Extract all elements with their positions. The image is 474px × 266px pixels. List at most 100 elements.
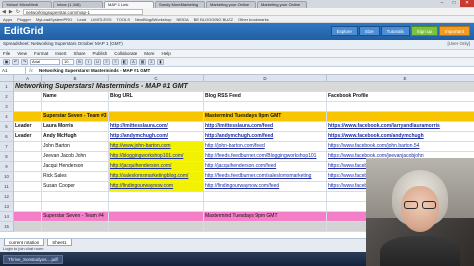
fill-color-icon[interactable]: ◧ [121,59,128,65]
cell[interactable] [327,102,474,112]
name-cell[interactable]: Jacqui Henderson [42,162,109,172]
row-number[interactable]: 8 [0,152,14,162]
menu-format[interactable]: Format [34,51,48,56]
redo-icon[interactable]: ↷ [21,59,28,65]
download-item[interactable]: Thrive_Sonstudyos....pdf [3,254,63,264]
cell[interactable] [204,192,327,202]
menu-collaborate[interactable]: Collaborate [114,51,137,56]
row-number[interactable]: 13 [0,202,14,212]
save-icon[interactable]: ▣ [3,59,10,65]
role-cell[interactable] [14,152,42,162]
select-all-corner[interactable] [0,75,14,82]
rss-feed-link[interactable]: http://jacquihenderson.com/feed [204,162,327,172]
rss-feed-link[interactable]: http://feeds.feedburner.com/saleslomsmar… [204,172,327,182]
bookmark-item[interactable]: Plugger [17,17,31,22]
bookmark-item[interactable]: Other bookmarks [238,17,269,22]
role-cell[interactable]: Leader [14,132,42,142]
rss-feed-link[interactable]: http://john-barton.com/feed [204,142,327,152]
borders-icon[interactable]: ▦ [139,59,146,65]
menu-view[interactable]: View [17,51,27,56]
maximize-icon[interactable]: □ [448,0,460,7]
cell[interactable] [327,112,474,122]
cell[interactable] [14,202,42,212]
team-name-cell[interactable]: Superstar Seven - Team #3 [42,112,109,122]
row-number[interactable]: 7 [0,142,14,152]
undo-icon[interactable]: ↶ [12,59,19,65]
row-number[interactable]: 1 [0,82,14,92]
bookmark-item[interactable]: NEIDA [176,17,188,22]
align-center-icon[interactable]: ≡ [112,59,119,65]
sum-icon[interactable]: Σ [148,59,155,65]
align-left-icon[interactable]: ≡ [103,59,110,65]
column-header-e[interactable]: E [327,75,474,82]
row-number[interactable]: 4 [0,112,14,122]
formula-input[interactable]: Networking Superstars! Masterminds - MAP… [36,68,150,73]
cell[interactable] [14,192,42,202]
bookmark-item[interactable]: MyLeadSystemPRO [36,17,72,22]
browser-tab[interactable]: Yahoo! MicroMedi [2,1,52,8]
browser-tab[interactable]: Sandy MoreMarketing [155,1,205,8]
bookmark-item[interactable]: TOOLS [117,17,131,22]
facebook-profile-link[interactable]: https://www.facebook.com/john.barton.54 [327,142,474,152]
cell[interactable] [204,202,327,212]
cell[interactable] [14,92,42,102]
menu-insert[interactable]: Insert [55,51,66,56]
blog-url-link[interactable]: http://andymchugh.com/ [109,132,204,142]
menu-publish[interactable]: Publish [93,51,108,56]
name-cell[interactable]: Andy McHugh [42,132,109,142]
rss-feed-link[interactable]: http://feeds.feedburner.com/Bloggingwork… [204,152,327,162]
cell[interactable] [204,102,327,112]
bookmark-item[interactable]: NewBlogAWorkshop [135,17,171,22]
bookmark-item[interactable]: Apps [3,17,12,22]
role-cell[interactable] [14,182,42,192]
cell[interactable] [109,192,204,202]
chart-icon[interactable]: ▮ [157,59,164,65]
cell[interactable] [42,202,109,212]
header-cell-blog-url[interactable]: Blog URL [109,92,204,102]
cell[interactable] [42,192,109,202]
blog-url-link[interactable]: http://bloggingworkshop101.com/ [109,152,204,162]
cell[interactable] [14,102,42,112]
text-color-icon[interactable]: A [130,59,137,65]
name-cell[interactable]: John Barton [42,142,109,152]
blog-url-link[interactable]: http://www.john-barton.com [109,142,204,152]
rss-feed-link[interactable]: http://imittesslaura.com/feed [204,122,327,132]
row-number[interactable]: 15 [0,222,14,232]
mastermind-time-cell[interactable]: Mastermind Tuesdays 9pm GMT [204,212,327,222]
rss-feed-link[interactable]: http://andymchugh.com/feed [204,132,327,142]
role-cell[interactable] [14,142,42,152]
cell[interactable] [14,112,42,122]
cell[interactable] [109,202,204,212]
mastermind-time-cell[interactable]: Mastermind Tuesdays 9pm GMT [204,112,327,122]
role-cell[interactable]: Leader [14,122,42,132]
header-cell-rss[interactable]: Blog RSS Feed [204,92,327,102]
cell[interactable] [109,112,204,122]
sign-up-button[interactable]: Sign up [410,26,438,36]
cell[interactable] [42,222,109,232]
row-number[interactable]: 11 [0,182,14,192]
bookmark-item[interactable]: LIMITLESS [91,17,111,22]
row-number[interactable]: 9 [0,162,14,172]
header-cell-facebook[interactable]: Facebook Profile [327,92,474,102]
cell[interactable] [42,102,109,112]
name-cell[interactable]: Jeevan Jacob John [42,152,109,162]
blog-url-link[interactable]: http://imittesslaura.com/ [109,122,204,132]
size-button[interactable]: Size [358,26,380,36]
rss-feed-link[interactable]: http://findingourwaynow.com/feed [204,182,327,192]
underline-icon[interactable]: U [94,59,101,65]
browser-tab[interactable]: Inbox (1,346) [53,1,103,8]
bookmark-item[interactable]: BE BLOGGING BUZZ [194,17,233,22]
facebook-profile-link[interactable]: https://www.facebook.com/andymchugh [327,132,474,142]
cell[interactable] [109,222,204,232]
browser-tab[interactable]: Marketing your Online [257,1,307,8]
row-number[interactable]: 14 [0,212,14,222]
team-name-cell[interactable]: Superstar Seven - Team #4 [42,212,109,222]
cell[interactable] [109,212,204,222]
blog-url-link[interactable]: http://saleslomsmarketingblog.com/ [109,172,204,182]
cell[interactable] [14,212,42,222]
close-icon[interactable]: ✕ [460,0,474,7]
menu-share[interactable]: Share [73,51,85,56]
column-header-c[interactable]: C [109,75,204,82]
role-cell[interactable] [14,162,42,172]
cell[interactable] [14,222,42,232]
